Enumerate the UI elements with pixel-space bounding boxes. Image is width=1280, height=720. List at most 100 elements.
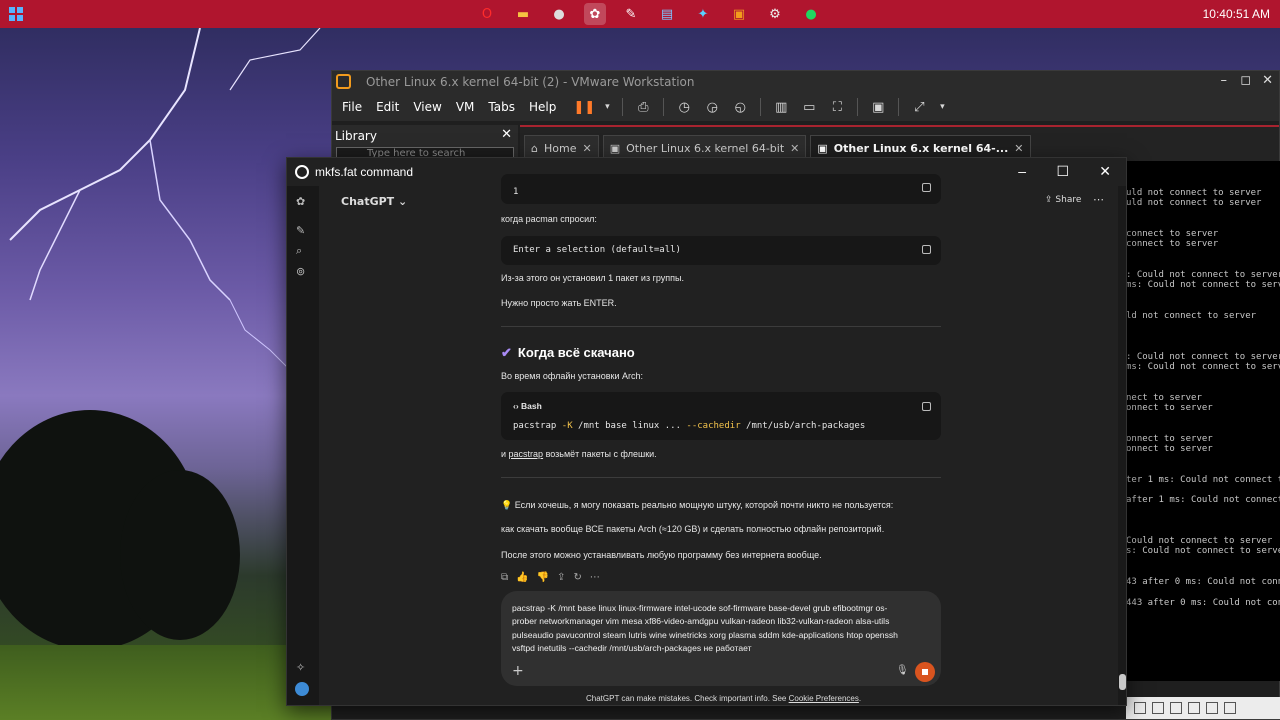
file-explorer-icon[interactable]: ▬ — [512, 3, 534, 25]
menu-tabs[interactable]: Tabs — [488, 100, 515, 114]
device-icon[interactable] — [1206, 702, 1218, 714]
console-view-icon[interactable]: ▣ — [868, 98, 888, 116]
code-block: Enter a selection (default=all) — [501, 236, 941, 265]
paint-icon[interactable]: ✦ — [692, 3, 714, 25]
device-icon[interactable] — [1170, 702, 1182, 714]
send-keys-icon[interactable]: ⎙ — [633, 98, 653, 116]
scrollbar[interactable] — [1118, 186, 1126, 705]
close-icon[interactable]: ✕ — [1099, 163, 1111, 180]
avatar[interactable] — [295, 682, 309, 696]
library-title: Library — [335, 129, 377, 143]
message-input[interactable]: pacstrap -K /mnt base linux linux-firmwa… — [501, 591, 941, 686]
microphone-icon[interactable]: 🎙 — [896, 665, 909, 676]
spotify-icon[interactable]: ● — [800, 3, 822, 25]
vmware-icon[interactable]: ▣ — [728, 3, 750, 25]
stop-button[interactable] — [915, 662, 935, 682]
sparkle-icon[interactable]: ✧ — [296, 661, 305, 674]
model-selector[interactable]: ChatGPT ⌄ — [341, 195, 407, 208]
menu-file[interactable]: File — [342, 100, 362, 114]
sidebar: ✿ ✎ ⌕ ⊚ ✧ — [287, 186, 319, 705]
copy-icon[interactable] — [922, 402, 931, 411]
fit-window-icon[interactable]: ⛶ — [827, 98, 847, 116]
console-line: : Could not connect to server — [1126, 270, 1280, 280]
minimize-icon[interactable]: – — [1221, 73, 1228, 88]
copy-icon[interactable] — [922, 245, 931, 254]
menu-edit[interactable]: Edit — [376, 100, 399, 114]
start-button[interactable] — [9, 7, 23, 21]
thumbnail-view-icon[interactable]: ▭ — [799, 98, 819, 116]
paragraph: Нужно просто жать ENTER. — [501, 298, 617, 308]
full-screen-icon[interactable]: ⤢ — [909, 98, 929, 116]
console-line: connect to server — [1126, 239, 1219, 249]
home-icon: ⌂ — [531, 141, 538, 155]
share-icon: ⇪ — [1045, 195, 1053, 205]
tree-silhouette — [120, 470, 240, 640]
menu-view[interactable]: View — [413, 100, 441, 114]
obs-icon[interactable]: ● — [548, 3, 570, 25]
chevron-down-icon[interactable]: ▾ — [937, 98, 947, 116]
device-icon[interactable] — [1134, 702, 1146, 714]
copy-icon[interactable]: ⧉ — [501, 572, 508, 583]
close-icon[interactable]: ✕ — [1262, 73, 1273, 88]
console-line: s: Could not connect to server — [1126, 546, 1280, 556]
close-icon[interactable]: ✕ — [582, 142, 591, 155]
clock[interactable]: 10:40:51 AM — [1203, 7, 1270, 21]
opera-icon[interactable]: O — [476, 3, 498, 25]
maximize-icon[interactable]: ◻ — [1240, 73, 1251, 88]
console-line: onnect to server — [1126, 434, 1213, 444]
device-icon[interactable] — [1224, 702, 1236, 714]
search-icon[interactable]: ⌕ — [296, 244, 302, 258]
sidebar-view-icon[interactable]: ▥ — [771, 98, 791, 116]
chatgpt-logo-icon — [295, 165, 309, 179]
paragraph: Из-за этого он установил 1 пакет из груп… — [501, 273, 684, 283]
console-line: : Could not connect to server — [1126, 352, 1280, 362]
message-input-text[interactable]: pacstrap -K /mnt base linux linux-firmwa… — [512, 602, 930, 656]
chatgpt-window: mkfs.fat command – ☐ ✕ ✿ ✎ ⌕ ⊚ ✧ ChatGPT… — [286, 157, 1127, 706]
library-icon[interactable]: ⊚ — [296, 265, 305, 278]
thumbs-up-icon[interactable]: 👍 — [516, 572, 528, 583]
chatgpt-icon[interactable]: ✿ — [584, 3, 606, 25]
revert-snapshot-icon[interactable]: ◶ — [702, 98, 722, 116]
copy-icon[interactable] — [922, 183, 931, 192]
thumbs-down-icon[interactable]: 👎 — [537, 572, 549, 583]
chatgpt-home-icon[interactable]: ✿ — [296, 195, 305, 208]
plus-icon[interactable]: + — [512, 663, 524, 679]
snapshot-icon[interactable]: ◷ — [674, 98, 694, 116]
device-icon[interactable] — [1188, 702, 1200, 714]
menu-vm[interactable]: VM — [456, 100, 475, 114]
message-actions: ⧉ 👍 👎 ⇪ ↻ ⋯ — [501, 572, 600, 583]
pause-icon[interactable]: ❚❚ — [573, 98, 595, 116]
vm-icon: ▣ — [817, 141, 828, 155]
scrollbar-thumb[interactable] — [1119, 674, 1126, 690]
code-block: 1 — [501, 174, 941, 204]
check-icon: ✔ — [501, 345, 512, 360]
notes-icon[interactable]: ▤ — [656, 3, 678, 25]
share-icon[interactable]: ⇪ — [557, 572, 565, 583]
menu-help[interactable]: Help — [529, 100, 556, 114]
close-icon[interactable]: ✕ — [790, 142, 799, 155]
code-block: ‹› Bash pacstrap -K /mnt base linux ... … — [501, 392, 941, 440]
code-language: ‹› Bash — [513, 401, 542, 411]
regenerate-icon[interactable]: ↻ — [573, 572, 581, 583]
tool-icon[interactable]: ✎ — [620, 3, 642, 25]
snapshot-manager-icon[interactable]: ◵ — [730, 98, 750, 116]
cookie-preferences-link[interactable]: Cookie Preferences — [789, 694, 859, 703]
paragraph: как скачать вообще ВСЕ пакеты Arch (≈120… — [501, 524, 885, 534]
close-icon[interactable]: ✕ — [1014, 142, 1023, 155]
code-line: pacstrap -K /mnt base linux ... --cached… — [513, 421, 866, 431]
console-line: Could not connect to server — [1126, 536, 1273, 546]
chevron-down-icon[interactable]: ▾ — [602, 98, 612, 116]
close-icon[interactable]: ✕ — [501, 127, 512, 142]
settings-icon[interactable]: ⚙ — [764, 3, 786, 25]
vm-console[interactable]: uld not connect to server uld not connec… — [1126, 161, 1280, 681]
new-chat-icon[interactable]: ✎ — [296, 224, 305, 237]
device-icon[interactable] — [1152, 702, 1164, 714]
code-icon: ‹› — [513, 401, 519, 411]
more-options-icon[interactable]: ⋯ — [1093, 193, 1104, 206]
more-icon[interactable]: ⋯ — [590, 572, 600, 583]
code-line: 1 — [513, 187, 519, 197]
minimize-icon[interactable]: – — [1018, 163, 1026, 179]
code-line: Enter a selection (default=all) — [513, 245, 681, 255]
maximize-icon[interactable]: ☐ — [1056, 163, 1069, 180]
share-button[interactable]: ⇪ Share — [1045, 195, 1081, 205]
